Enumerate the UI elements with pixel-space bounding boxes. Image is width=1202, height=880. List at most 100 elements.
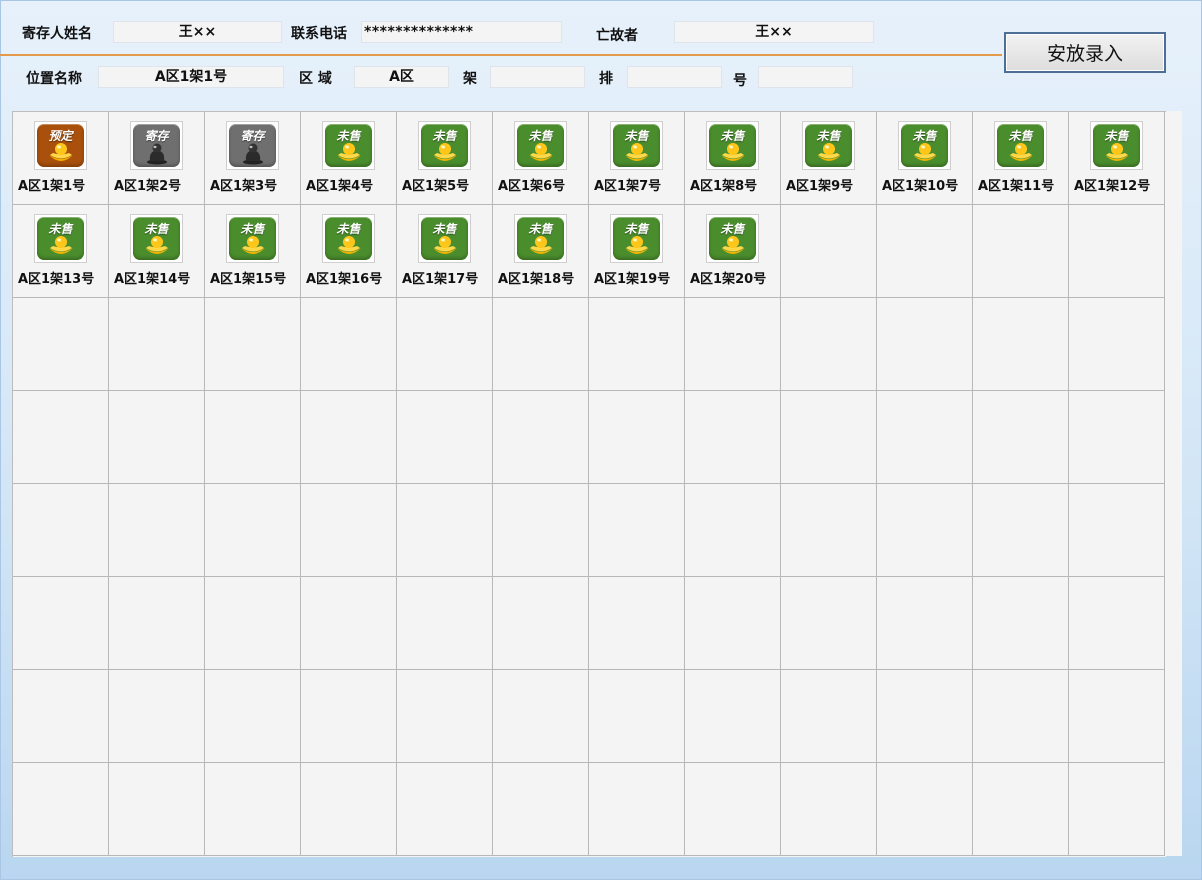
row-field[interactable] (627, 66, 722, 88)
number-field[interactable] (758, 66, 853, 88)
empty-slot-cell[interactable] (589, 484, 685, 577)
empty-slot-cell[interactable] (973, 205, 1069, 298)
empty-slot-cell[interactable] (13, 391, 109, 484)
empty-slot-cell[interactable] (973, 484, 1069, 577)
empty-slot-cell[interactable] (493, 763, 589, 856)
slot-cell[interactable]: 未售 A区1架6号 (493, 112, 589, 205)
slot-cell[interactable]: 未售 A区1架20号 (685, 205, 781, 298)
slot-cell[interactable]: 未售 A区1架15号 (205, 205, 301, 298)
empty-slot-cell[interactable] (685, 577, 781, 670)
empty-slot-cell[interactable] (109, 484, 205, 577)
empty-slot-cell[interactable] (1069, 484, 1165, 577)
empty-slot-cell[interactable] (877, 763, 973, 856)
empty-slot-cell[interactable] (301, 484, 397, 577)
empty-slot-cell[interactable] (781, 205, 877, 298)
slot-cell[interactable]: 未售 A区1架5号 (397, 112, 493, 205)
empty-slot-cell[interactable] (973, 670, 1069, 763)
empty-slot-cell[interactable] (877, 298, 973, 391)
empty-slot-cell[interactable] (781, 670, 877, 763)
empty-slot-cell[interactable] (493, 391, 589, 484)
location-field[interactable]: A区1架1号 (98, 66, 284, 88)
empty-slot-cell[interactable] (205, 391, 301, 484)
empty-slot-cell[interactable] (973, 298, 1069, 391)
empty-slot-cell[interactable] (685, 484, 781, 577)
empty-slot-cell[interactable] (973, 763, 1069, 856)
empty-slot-cell[interactable] (877, 484, 973, 577)
empty-slot-cell[interactable] (397, 298, 493, 391)
empty-slot-cell[interactable] (1069, 391, 1165, 484)
empty-slot-cell[interactable] (685, 298, 781, 391)
empty-slot-cell[interactable] (493, 298, 589, 391)
empty-slot-cell[interactable] (589, 670, 685, 763)
empty-slot-cell[interactable] (1069, 298, 1165, 391)
empty-slot-cell[interactable] (205, 298, 301, 391)
slot-cell[interactable]: 寄存 A区1架3号 (205, 112, 301, 205)
empty-slot-cell[interactable] (13, 298, 109, 391)
empty-slot-cell[interactable] (493, 484, 589, 577)
slot-cell[interactable]: 未售 A区1架8号 (685, 112, 781, 205)
empty-slot-cell[interactable] (1069, 670, 1165, 763)
empty-slot-cell[interactable] (397, 484, 493, 577)
slot-cell[interactable]: 未售 A区1架18号 (493, 205, 589, 298)
empty-slot-cell[interactable] (877, 670, 973, 763)
empty-slot-cell[interactable] (205, 763, 301, 856)
empty-slot-cell[interactable] (877, 577, 973, 670)
empty-slot-cell[interactable] (109, 763, 205, 856)
empty-slot-cell[interactable] (781, 577, 877, 670)
depositor-field[interactable]: 王×× (113, 21, 282, 43)
empty-slot-cell[interactable] (109, 577, 205, 670)
empty-slot-cell[interactable] (685, 391, 781, 484)
empty-slot-cell[interactable] (781, 391, 877, 484)
empty-slot-cell[interactable] (781, 298, 877, 391)
empty-slot-cell[interactable] (1069, 205, 1165, 298)
empty-slot-cell[interactable] (13, 670, 109, 763)
empty-slot-cell[interactable] (109, 391, 205, 484)
deceased-field[interactable]: 王×× (674, 21, 874, 43)
empty-slot-cell[interactable] (397, 763, 493, 856)
empty-slot-cell[interactable] (685, 670, 781, 763)
empty-slot-cell[interactable] (301, 763, 397, 856)
empty-slot-cell[interactable] (781, 484, 877, 577)
empty-slot-cell[interactable] (301, 298, 397, 391)
area-field[interactable]: A区 (354, 66, 449, 88)
slot-cell[interactable]: 未售 A区1架4号 (301, 112, 397, 205)
empty-slot-cell[interactable] (589, 391, 685, 484)
slot-cell[interactable]: 未售 A区1架14号 (109, 205, 205, 298)
phone-field[interactable]: ************** (361, 21, 562, 43)
slot-cell[interactable]: 未售 A区1架16号 (301, 205, 397, 298)
empty-slot-cell[interactable] (877, 205, 973, 298)
slot-cell[interactable]: 未售 A区1架10号 (877, 112, 973, 205)
empty-slot-cell[interactable] (397, 391, 493, 484)
empty-slot-cell[interactable] (109, 670, 205, 763)
empty-slot-cell[interactable] (13, 484, 109, 577)
slot-cell[interactable]: 未售 A区1架12号 (1069, 112, 1165, 205)
empty-slot-cell[interactable] (781, 763, 877, 856)
empty-slot-cell[interactable] (877, 391, 973, 484)
empty-slot-cell[interactable] (109, 298, 205, 391)
empty-slot-cell[interactable] (589, 577, 685, 670)
empty-slot-cell[interactable] (301, 391, 397, 484)
shelf-field[interactable] (490, 66, 585, 88)
slot-cell[interactable]: 未售 A区1架11号 (973, 112, 1069, 205)
empty-slot-cell[interactable] (205, 670, 301, 763)
empty-slot-cell[interactable] (301, 577, 397, 670)
slot-cell[interactable]: 未售 A区1架13号 (13, 205, 109, 298)
slot-cell[interactable]: 未售 A区1架19号 (589, 205, 685, 298)
place-entry-button[interactable]: 安放录入 (1004, 32, 1166, 73)
empty-slot-cell[interactable] (973, 577, 1069, 670)
empty-slot-cell[interactable] (13, 763, 109, 856)
empty-slot-cell[interactable] (205, 484, 301, 577)
empty-slot-cell[interactable] (397, 577, 493, 670)
slot-cell[interactable]: 寄存 A区1架2号 (109, 112, 205, 205)
empty-slot-cell[interactable] (973, 391, 1069, 484)
empty-slot-cell[interactable] (301, 670, 397, 763)
slot-cell[interactable]: 预定 A区1架1号 (13, 112, 109, 205)
empty-slot-cell[interactable] (685, 763, 781, 856)
empty-slot-cell[interactable] (589, 763, 685, 856)
empty-slot-cell[interactable] (1069, 763, 1165, 856)
empty-slot-cell[interactable] (205, 577, 301, 670)
empty-slot-cell[interactable] (493, 670, 589, 763)
empty-slot-cell[interactable] (397, 670, 493, 763)
empty-slot-cell[interactable] (1069, 577, 1165, 670)
empty-slot-cell[interactable] (13, 577, 109, 670)
